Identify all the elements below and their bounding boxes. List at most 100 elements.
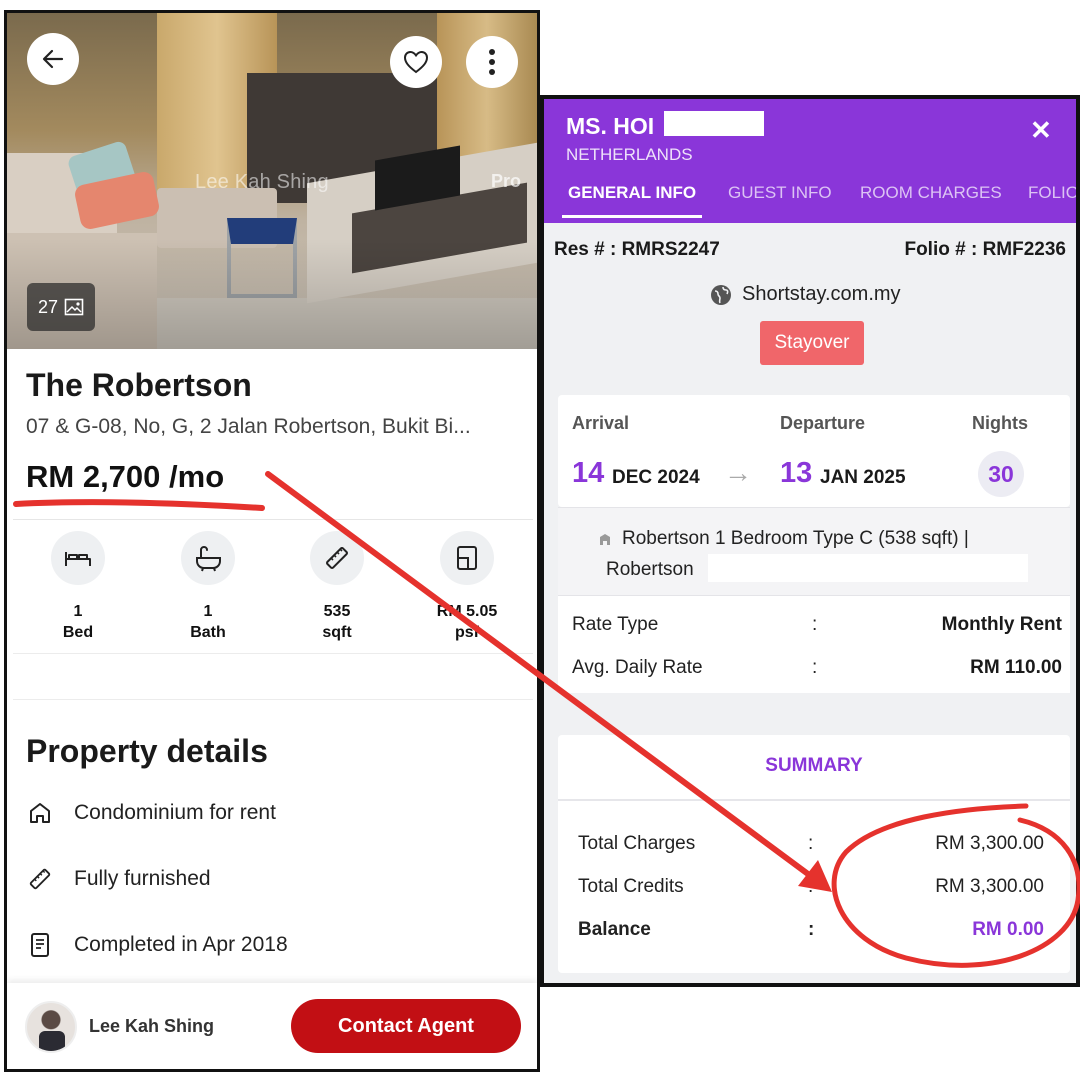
photo-brand-mark: Pro <box>491 171 522 191</box>
divider <box>13 653 533 654</box>
row-label: Total Charges <box>578 833 696 854</box>
agent-footer: Lee Kah Shing Contact Agent <box>7 983 537 1069</box>
feature-bed: 1 Bed <box>23 531 133 643</box>
status-badge: Stayover <box>760 321 864 365</box>
detail-text: Fully furnished <box>74 867 211 890</box>
feature-label: Bed <box>62 624 94 641</box>
source-name: Shortstay.com.my <box>742 283 901 305</box>
home-icon <box>26 799 54 827</box>
feature-label: Bath <box>190 624 226 641</box>
tab-folio[interactable]: FOLIO <box>1028 183 1076 203</box>
redaction-box <box>708 554 1028 582</box>
feature-psf: RM 5.05 psf <box>412 531 522 643</box>
feature-label: sqft <box>322 624 352 641</box>
more-vertical-icon <box>489 49 495 75</box>
feature-value: RM 5.05 <box>436 603 498 620</box>
row-value: RM 3,300.00 <box>935 876 1044 897</box>
avg-daily-rate-row: Avg. Daily Rate : RM 110.00 <box>572 657 1062 679</box>
row-colon: : <box>812 657 818 678</box>
globe-icon <box>711 284 731 305</box>
guest-country: NETHERLANDS <box>566 145 693 164</box>
arrow-left-icon <box>42 49 64 69</box>
photo-watermark: Lee Kah Shing <box>195 171 329 193</box>
contact-agent-button[interactable]: Contact Agent <box>291 999 521 1053</box>
feature-size: 535 sqft <box>282 531 392 643</box>
image-icon <box>64 298 84 316</box>
detail-property-type: Condominium for rent <box>26 799 276 827</box>
tab-guest-info[interactable]: GUEST INFO <box>728 183 832 203</box>
listing-photo[interactable]: Lee Kah Shing Pro 27 <box>7 13 537 349</box>
photo-count: 27 <box>37 296 59 317</box>
row-label: Avg. Daily Rate <box>572 657 703 678</box>
more-options-button[interactable] <box>466 36 518 88</box>
guest-name: MS. HOI <box>566 113 655 139</box>
arrival-day: 14 <box>572 457 605 489</box>
departure-label: Departure <box>780 413 866 433</box>
floorplan-icon <box>440 531 494 585</box>
row-label: Balance <box>578 919 651 940</box>
building-icon <box>600 534 610 545</box>
room-type-text: Robertson 1 Bedroom Type C (538 sqft) | <box>622 528 969 549</box>
listing-title: The Robertson <box>26 367 252 403</box>
reservation-number: Res # : RMRS2247 <box>554 239 720 260</box>
summary-card: SUMMARY Total Charges : RM 3,300.00 Tota… <box>558 735 1070 973</box>
folio-number: Folio # : RMF2236 <box>904 239 1066 260</box>
balance-row: Balance : RM 0.00 <box>578 919 1044 941</box>
row-colon: : <box>808 833 814 854</box>
detail-completion: Completed in Apr 2018 <box>26 931 288 959</box>
feature-value: 1 <box>73 603 83 620</box>
listing-price: RM 2,700 /mo <box>26 459 225 494</box>
row-label: Rate Type <box>572 614 659 635</box>
detail-furnishing: Fully furnished <box>26 865 211 893</box>
back-button[interactable] <box>27 33 79 85</box>
detail-text: Condominium for rent <box>74 801 276 824</box>
stay-dates-card: Arrival 14 DEC 2024 → Departure 13 JAN 2… <box>558 395 1070 507</box>
rate-type-row: Rate Type : Monthly Rent <box>572 614 1062 636</box>
document-icon <box>26 931 54 959</box>
bed-icon <box>51 531 105 585</box>
row-value: RM 0.00 <box>972 919 1044 940</box>
heart-icon <box>403 50 429 74</box>
arrow-right-icon: → <box>724 457 752 488</box>
nights-label: Nights <box>972 413 1028 433</box>
row-colon: : <box>808 919 815 940</box>
booking-screen: MS. HOI NETHERLANDS ✕ GENERAL INFO GUEST… <box>540 95 1080 987</box>
ruler-icon <box>310 531 364 585</box>
feature-value: 1 <box>203 603 213 620</box>
room-info: Robertson 1 Bedroom Type C (538 sqft) | … <box>558 507 1070 595</box>
row-colon: : <box>808 876 814 897</box>
close-icon[interactable]: ✕ <box>1030 115 1052 146</box>
bath-icon <box>181 531 235 585</box>
tab-general-info[interactable]: GENERAL INFO <box>568 183 696 203</box>
property-details-heading: Property details <box>26 733 268 769</box>
booking-header: MS. HOI NETHERLANDS ✕ GENERAL INFO GUEST… <box>544 99 1076 223</box>
departure-month: JAN 2025 <box>820 467 906 488</box>
total-credits-row: Total Credits : RM 3,300.00 <box>578 876 1044 898</box>
detail-text: Completed in Apr 2018 <box>74 933 288 956</box>
arrival-label: Arrival <box>572 413 630 433</box>
photo-count-badge[interactable]: 27 <box>27 283 95 331</box>
feature-value: 535 <box>323 603 351 620</box>
departure-day: 13 <box>780 457 813 489</box>
booking-source: Shortstay.com.my <box>710 283 901 306</box>
row-label: Total Credits <box>578 876 684 897</box>
active-tab-indicator <box>562 215 702 218</box>
favorite-button[interactable] <box>390 36 442 88</box>
agent-name[interactable]: Lee Kah Shing <box>89 1016 214 1037</box>
arrival-month: DEC 2024 <box>612 467 700 488</box>
row-value: Monthly Rent <box>941 614 1062 635</box>
row-value: RM 3,300.00 <box>935 833 1044 854</box>
listing-address: 07 & G-08, No, G, 2 Jalan Robertson, Buk… <box>26 415 471 438</box>
avatar[interactable] <box>25 1001 77 1053</box>
divider <box>13 519 533 520</box>
room-type: Robertson 1 Bedroom Type C (538 sqft) | <box>598 528 969 550</box>
divider <box>558 799 1070 801</box>
rate-card: Rate Type : Monthly Rent Avg. Daily Rate… <box>558 595 1070 693</box>
feature-label: psf <box>455 624 479 641</box>
divider <box>13 699 533 700</box>
row-colon: : <box>812 614 818 635</box>
nights-count: 30 <box>978 451 1024 497</box>
tab-room-charges[interactable]: ROOM CHARGES <box>860 183 1002 203</box>
listing-screen: Lee Kah Shing Pro 27 The Robertson 07 & … <box>4 10 540 1072</box>
summary-title: SUMMARY <box>765 755 863 776</box>
